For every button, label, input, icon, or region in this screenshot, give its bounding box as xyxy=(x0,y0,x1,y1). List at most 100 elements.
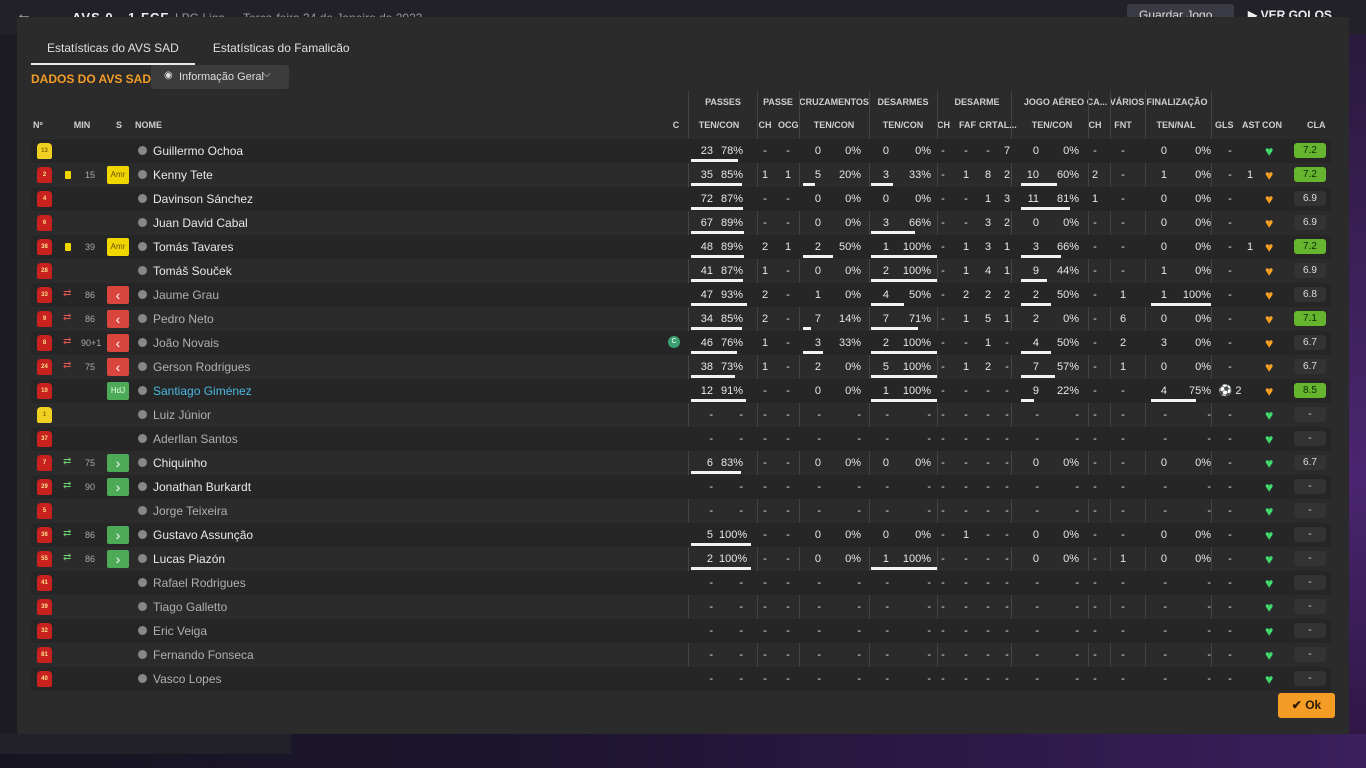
column-header[interactable]: GLS xyxy=(1215,120,1234,130)
table-row[interactable]: 39 Tiago Galletto - - - - - - - - - - - - - - - - - - - ♥ - xyxy=(31,595,1331,619)
assists-value xyxy=(1242,139,1258,163)
table-row[interactable]: 37 Aderllan Santos - - - - - - - - - - - - - - - - - - - ♥ - xyxy=(31,427,1331,451)
column-header[interactable]: TEN/CON xyxy=(807,120,861,130)
player-name[interactable]: Lucas Piazón xyxy=(153,547,225,571)
clearances-value: - xyxy=(986,553,990,565)
column-header[interactable]: S xyxy=(115,120,123,130)
column-header[interactable]: OCG xyxy=(778,120,799,130)
table-row[interactable]: 1 Luiz Júnior - - - - - - - - - - - - - - - - - - - ♥ - xyxy=(31,403,1331,427)
column-header[interactable]: CH xyxy=(937,120,950,130)
fouls-value: 1 xyxy=(962,529,970,541)
rating-badge: 6.7 xyxy=(1294,335,1326,350)
player-name[interactable]: Tomáš Souček xyxy=(153,259,232,283)
table-row[interactable]: 9 ⇄ 86 ‹ Pedro Neto 34 85% 2-7 14% 7 71% -1 5 1 2 0% -6 0… xyxy=(31,307,1331,331)
status-badge: Amr xyxy=(107,166,129,184)
shots-percentage: 0% xyxy=(1195,553,1211,565)
column-header[interactable]: TEN/CON xyxy=(697,120,741,130)
player-name[interactable]: Juan David Cabal xyxy=(153,211,248,235)
table-row[interactable]: 4 Davinson Sánchez 72 87% - -0 0% 0 0% - -1 3 11 81% 1… xyxy=(31,187,1331,211)
sub-on-icon: ⇄ xyxy=(63,456,72,467)
tackles-bar xyxy=(871,375,937,378)
table-row[interactable]: 81 Fernando Fonseca - - - - - - - - - - - - - - - - - - - ♥ - xyxy=(31,643,1331,667)
column-header[interactable]: CH xyxy=(1088,120,1102,130)
table-row[interactable]: 6 Juan David Cabal 67 89% - -0 0% 3 66% - -3 2 0 0% - -… xyxy=(31,211,1331,235)
headers-attempted: - xyxy=(1035,481,1039,493)
player-name[interactable]: Fernando Fonseca xyxy=(153,643,254,667)
shirt-number-icon: 10 xyxy=(37,383,52,399)
headers-bar xyxy=(1021,399,1034,402)
clearances-value: 4 xyxy=(984,265,992,277)
view-selector-dropdown[interactable]: ◉ Informação Geral ⌵ xyxy=(151,65,289,89)
column-header[interactable]: CLA xyxy=(1307,120,1326,130)
player-name[interactable]: Eric Veiga xyxy=(153,619,207,643)
player-name[interactable]: Tomás Tavares xyxy=(153,235,233,259)
column-header[interactable]: C xyxy=(672,120,680,130)
rating-badge: 7.2 xyxy=(1294,143,1326,158)
shirt-number-icon: 33 xyxy=(37,287,52,303)
table-row[interactable]: 7 ⇄ 75 › Chiquinho 6 83% - -0 0% 0 0% - - - -0 0% - -0 0% - ♥… xyxy=(31,451,1331,475)
crosses-bar xyxy=(803,255,833,258)
table-row[interactable]: 28 Tomáš Souček 41 87% 1-0 0% 2 100% -1 4 1 9 44% - -1… xyxy=(31,259,1331,283)
column-header[interactable]: MIN xyxy=(71,120,93,130)
table-row[interactable]: 55 ⇄ 86 › Lucas Piazón 2 100% - -0 0% 1 100% - - - -0 0%… xyxy=(31,547,1331,571)
player-name[interactable]: Vasco Lopes xyxy=(153,667,222,691)
table-row[interactable]: 13 Guillermo Ochoa 23 78% - -0 0% 0 0% - - -7 0 0% - -0… xyxy=(31,139,1331,163)
table-row[interactable]: 29 ⇄ 90 › Jonathan Burkardt - - - - - - - - - - - - - - - - -… xyxy=(31,475,1331,499)
table-row[interactable]: 38 39 Amr Tomás Tavares 48 89% 2 1 2 50% 1 100% -1 3 1… xyxy=(31,235,1331,259)
column-header[interactable]: FAF xyxy=(959,120,976,130)
person-icon xyxy=(138,386,147,395)
player-name[interactable]: Davinson Sánchez xyxy=(153,187,253,211)
shots-percentage: 0% xyxy=(1195,313,1211,325)
column-header[interactable]: CRT xyxy=(979,120,998,130)
column-header[interactable]: TEN/NAL xyxy=(1152,120,1200,130)
column-header[interactable]: CH xyxy=(758,120,772,130)
player-name[interactable]: Gustavo Assunção xyxy=(153,523,253,547)
column-header[interactable]: CON xyxy=(1262,120,1282,130)
player-name[interactable]: João Novais xyxy=(153,331,219,355)
ok-button[interactable]: ✔ Ok xyxy=(1278,693,1335,718)
column-header[interactable]: NOME xyxy=(135,120,175,130)
table-row[interactable]: 36 ⇄ 86 › Gustavo Assunção 5 100% - -0 0% 0 0% -1- -0… xyxy=(31,523,1331,547)
key-passes-value: - xyxy=(763,577,767,589)
interceptions-value: - xyxy=(1005,625,1009,637)
table-row[interactable]: 5 Jorge Teixeira - - - - - - - - - - - - - - - - - - - ♥ - xyxy=(31,499,1331,523)
column-group-header: CA... xyxy=(1086,97,1108,107)
table-row[interactable]: 41 Rafael Rodrigues - - - - - - - - - - - - - - - - - - - ♥ - xyxy=(31,571,1331,595)
column-header[interactable]: AL... xyxy=(997,120,1017,130)
table-row[interactable]: 2 15 Amr Kenny Tete 35 85% 1 1 5 20% 3 33% -1 8 2 10 60%… xyxy=(31,163,1331,187)
table-row[interactable]: 8 ⇄ 90+1 ‹ João Novais C 46 76% 1-3 33% 2 100% - -1-4… xyxy=(31,331,1331,355)
player-name[interactable]: Gerson Rodrigues xyxy=(153,355,250,379)
player-name[interactable]: Santiago Giménez xyxy=(153,379,252,403)
tackles-attempted: - xyxy=(885,409,889,421)
column-header[interactable]: TEN/CON xyxy=(876,120,930,130)
clearances-value: - xyxy=(986,505,990,517)
table-row[interactable]: 24 ⇄ 75 ‹ Gerson Rodrigues 38 73% 1-2 0% 5 100% -1 2… xyxy=(31,355,1331,379)
player-name[interactable]: Tiago Galletto xyxy=(153,595,227,619)
player-name[interactable]: Jaume Grau xyxy=(153,283,219,307)
table-row[interactable]: 10 HdJ Santiago Giménez 12 91% - -0 0% 1 100% - - - -… xyxy=(31,379,1331,403)
player-name[interactable]: Luiz Júnior xyxy=(153,403,211,427)
tab-famalicao-stats[interactable]: Estatísticas do Famalicão xyxy=(197,35,366,65)
morale-heart-icon: ♥ xyxy=(1265,167,1274,183)
table-row[interactable]: 40 Vasco Lopes - - - - - - - - - - - - - - - - - - - ♥ - xyxy=(31,667,1331,691)
player-name[interactable]: Jorge Teixeira xyxy=(153,499,227,523)
column-header[interactable]: Nº xyxy=(33,120,45,130)
table-row[interactable]: 33 ⇄ 86 ‹ Jaume Grau 47 93% 2-1 0% 4 50% -2 2 2 2 50% -1… xyxy=(31,283,1331,307)
player-name[interactable]: Guillermo Ochoa xyxy=(153,139,243,163)
player-name[interactable]: Chiquinho xyxy=(153,451,207,475)
column-header[interactable]: FNT xyxy=(1114,120,1132,130)
column-header[interactable]: AST xyxy=(1242,120,1260,130)
column-header[interactable]: TEN/CON xyxy=(1024,120,1080,130)
player-name[interactable]: Pedro Neto xyxy=(153,307,214,331)
player-name[interactable]: Aderllan Santos xyxy=(153,427,238,451)
ca-value: - xyxy=(1093,361,1097,373)
table-row[interactable]: 32 Eric Veiga - - - - - - - - - - - - - - - - - - - ♥ - xyxy=(31,619,1331,643)
tab-avs-stats[interactable]: Estatísticas do AVS SAD xyxy=(31,35,195,65)
fnt-value: - xyxy=(1121,649,1125,661)
ca-value: - xyxy=(1093,649,1097,661)
crosses-percentage: 0% xyxy=(845,553,861,565)
shots-percentage: 0% xyxy=(1195,169,1211,181)
player-name[interactable]: Kenny Tete xyxy=(153,163,213,187)
player-name[interactable]: Jonathan Burkardt xyxy=(153,475,251,499)
player-name[interactable]: Rafael Rodrigues xyxy=(153,571,246,595)
